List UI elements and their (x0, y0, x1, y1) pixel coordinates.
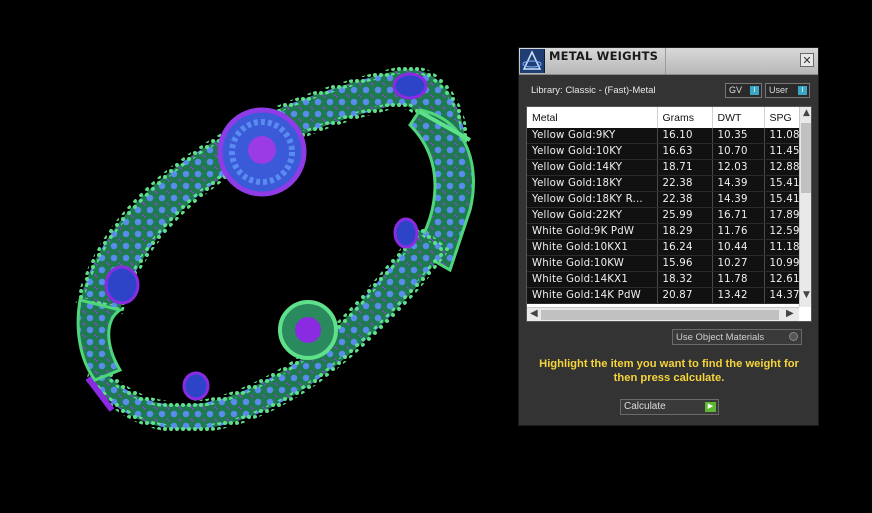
cell-metal: White Gold:14KX1 (527, 271, 658, 288)
scroll-right-icon[interactable]: ▶ (786, 308, 794, 319)
instruction-text: Highlight the item you want to find the … (539, 358, 799, 384)
cell-dwt: 10.44 (712, 239, 765, 256)
table-row[interactable]: Yellow Gold:10KY 16.63 10.70 11.45 (527, 143, 811, 160)
column-header-metal[interactable]: Metal (527, 107, 658, 128)
vertical-scrollbar[interactable]: ▲ ▼ (799, 107, 811, 307)
panel-title: METAL WEIGHTS (549, 49, 659, 63)
scroll-left-icon[interactable]: ◀ (530, 308, 538, 319)
cell-metal: White Gold:10KX1 (527, 239, 658, 256)
table-row[interactable]: Yellow Gold:9KY 16.10 10.35 11.08 (527, 128, 811, 144)
cell-grams: 25.99 (657, 207, 713, 224)
gemstone (393, 217, 419, 249)
cell-metal: Yellow Gold:18KY (527, 175, 658, 192)
panel-titlebar[interactable]: METAL WEIGHTS ✕ (519, 48, 818, 75)
cell-metal: White Gold:14K PdW (527, 287, 658, 304)
cell-grams: 16.10 (657, 128, 713, 144)
user-toggle[interactable]: User I (765, 83, 810, 98)
horizontal-scrollbar[interactable]: ◀ ▶ (527, 307, 799, 321)
cell-dwt: 10.27 (712, 255, 765, 272)
vertical-scroll-thumb[interactable] (801, 123, 811, 193)
table-row[interactable]: Yellow Gold:18KY R... 22.38 14.39 15.41 (527, 191, 811, 208)
cell-grams: 22.38 (657, 175, 713, 192)
table-header-row: Metal Grams DWT SPG (527, 107, 811, 128)
column-header-dwt[interactable]: DWT (712, 107, 765, 128)
cell-grams: 22.38 (657, 191, 713, 208)
calculate-button[interactable]: Calculate ▶ (620, 399, 719, 415)
table-row[interactable]: White Gold:14KX1 18.32 11.78 12.61 (527, 271, 811, 288)
table-row[interactable]: Yellow Gold:22KY 25.99 16.71 17.89 (527, 207, 811, 224)
titlebar-divider (665, 48, 666, 74)
cell-metal: Yellow Gold:10KY (527, 143, 658, 160)
cell-dwt: 11.76 (712, 223, 765, 240)
table-row[interactable]: White Gold:10KW 15.96 10.27 10.99 (527, 255, 811, 272)
gv-toggle-label: GV (729, 85, 743, 95)
cell-grams: 16.24 (657, 239, 713, 256)
table-row[interactable]: White Gold:9K PdW 18.29 11.76 12.59 (527, 223, 811, 240)
cell-grams: 15.96 (657, 255, 713, 272)
cell-grams: 20.87 (657, 287, 713, 304)
cell-metal: Yellow Gold:22KY (527, 207, 658, 224)
cell-metal: Yellow Gold:9KY (527, 128, 658, 144)
metal-weights-panel: METAL WEIGHTS ✕ Library: Classic - (Fast… (518, 47, 819, 426)
cell-metal: Yellow Gold:14KY (527, 159, 658, 176)
user-toggle-label: User (769, 85, 789, 95)
cell-dwt: 11.78 (712, 271, 765, 288)
scroll-down-icon[interactable]: ▼ (800, 290, 811, 300)
gemstone (392, 72, 428, 100)
play-icon[interactable]: ▶ (705, 402, 716, 412)
cell-dwt: 10.35 (712, 128, 765, 144)
table-row[interactable]: Yellow Gold:14KY 18.71 12.03 12.88 (527, 159, 811, 176)
cell-metal: White Gold:9K PdW (527, 223, 658, 240)
close-icon[interactable]: ✕ (800, 53, 814, 67)
gemstone (182, 371, 210, 401)
cell-grams: 18.71 (657, 159, 713, 176)
cell-metal: White Gold:10KW (527, 255, 658, 272)
cell-dwt: 14.39 (712, 191, 765, 208)
use-object-materials-label: Use Object Materials (676, 332, 765, 343)
cell-dwt: 16.71 (712, 207, 765, 224)
toggle-knob-icon: I (750, 86, 759, 95)
radio-icon[interactable] (789, 332, 798, 341)
cell-dwt: 13.42 (712, 287, 765, 304)
scroll-up-icon[interactable]: ▲ (800, 108, 811, 118)
cell-grams: 18.32 (657, 271, 713, 288)
cell-metal: Yellow Gold:18KY R... (527, 191, 658, 208)
cell-grams: 16.63 (657, 143, 713, 160)
metal-table[interactable]: Metal Grams DWT SPG Yellow Gold:9KY 16.10… (526, 106, 812, 322)
toggle-knob-icon: I (798, 86, 807, 95)
cell-grams: 18.29 (657, 223, 713, 240)
table-row[interactable]: White Gold:10KX1 16.24 10.44 11.18 (527, 239, 811, 256)
cell-dwt: 14.39 (712, 175, 765, 192)
gv-toggle[interactable]: GV I (725, 83, 762, 98)
cell-dwt: 10.70 (712, 143, 765, 160)
horizontal-scroll-thumb[interactable] (541, 310, 779, 320)
table-row[interactable]: White Gold:14K PdW 20.87 13.42 14.37 (527, 287, 811, 304)
cell-dwt: 12.03 (712, 159, 765, 176)
use-object-materials-toggle[interactable]: Use Object Materials (672, 329, 802, 345)
band-left (76, 298, 124, 382)
column-header-grams[interactable]: Grams (657, 107, 713, 128)
table-row[interactable]: Yellow Gold:18KY 22.38 14.39 15.41 (527, 175, 811, 192)
gemstone (104, 265, 140, 305)
library-label: Library: Classic - (Fast)-Metal (531, 85, 656, 96)
app-logo-icon (520, 49, 545, 73)
calculate-label: Calculate (624, 401, 666, 412)
